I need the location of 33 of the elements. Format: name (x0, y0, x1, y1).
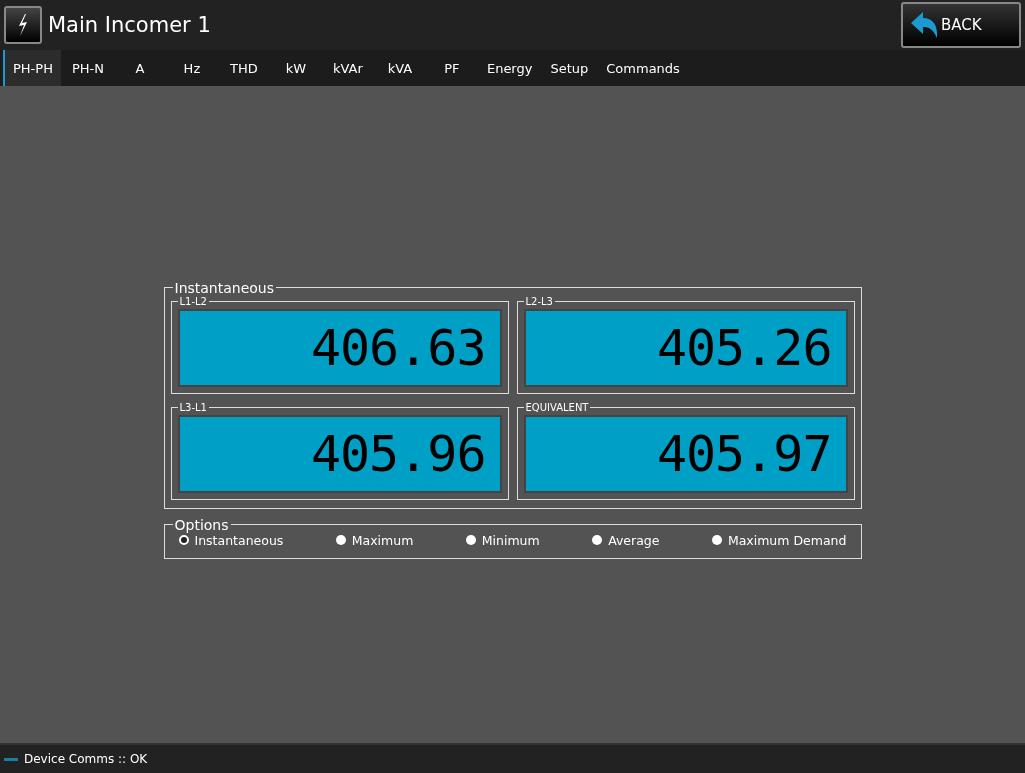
tab[interactable]: Hz (164, 50, 217, 86)
status-indicator-icon (4, 757, 18, 761)
meter-label: EQUIVALENT (524, 401, 590, 413)
radio-option[interactable]: Maximum (335, 532, 414, 548)
tab[interactable]: PH-N (60, 50, 113, 86)
lcd-display: 405.26 (523, 308, 848, 387)
radio-option[interactable]: Minimum (465, 532, 540, 548)
lcd-display: 406.63 (177, 308, 502, 387)
panel-title: Options (173, 516, 230, 533)
meter-label: L2-L3 (524, 295, 554, 307)
lcd-display: 405.96 (177, 414, 502, 493)
status-text: Device Comms :: OK (24, 752, 148, 766)
back-arrow-icon (909, 11, 939, 39)
tab[interactable]: PF (424, 50, 477, 86)
tab[interactable]: kVAr (320, 50, 373, 86)
radio-option[interactable]: Maximum Demand (711, 532, 847, 548)
radio-option[interactable]: Instantaneous (178, 532, 284, 548)
back-button[interactable]: BACK (901, 2, 1021, 48)
tab[interactable]: THD (216, 50, 269, 86)
tab[interactable]: Commands (596, 50, 688, 86)
meter-label: L1-L2 (178, 295, 208, 307)
tab[interactable]: kVA (372, 50, 425, 86)
lcd-display: 405.97 (523, 414, 848, 493)
tab[interactable]: A (112, 50, 165, 86)
tab[interactable]: Energy (476, 50, 541, 86)
window-title: Main Incomer 1 (48, 13, 212, 37)
panel-title: Instantaneous (173, 279, 276, 296)
meter-label: L3-L1 (178, 401, 208, 413)
radio-option[interactable]: Average (592, 532, 660, 548)
tab[interactable]: kW (268, 50, 321, 86)
tab[interactable]: PH-PH (3, 50, 61, 86)
lightning-bolt-icon (4, 6, 42, 44)
tab[interactable]: Setup (540, 50, 597, 86)
